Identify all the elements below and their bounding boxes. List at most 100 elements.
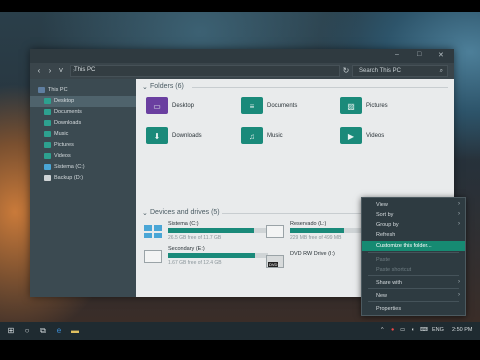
sidebar-item[interactable]: This PC <box>30 85 136 96</box>
folder-glyph: ▨ <box>347 102 355 111</box>
computer-icon <box>38 87 45 93</box>
sidebar-item-label: Downloads <box>54 120 82 126</box>
start-button[interactable]: ⊞ <box>6 326 16 336</box>
folder-glyph: ⬇ <box>153 132 161 141</box>
context-menu-item[interactable]: Share with › <box>362 278 465 288</box>
close-icon[interactable]: ✕ <box>438 51 444 59</box>
drives-header[interactable]: Devices and drives (5) <box>150 209 220 216</box>
context-menu-item[interactable]: View › <box>362 200 465 210</box>
context-menu-item[interactable]: Customize this folder... <box>362 241 465 251</box>
sidebar-item-label: Sistema (C:) <box>54 164 85 170</box>
search-input[interactable]: Search This PC ⌕ <box>352 65 448 77</box>
sidebar-item[interactable]: Downloads <box>30 118 136 129</box>
sidebar-item[interactable]: Music <box>30 129 136 140</box>
folders-header[interactable]: Folders (6) <box>150 83 184 90</box>
downloads-folder-icon <box>44 120 51 126</box>
address-path: This PC <box>74 67 96 73</box>
folder-label: Desktop <box>172 103 195 109</box>
title-bar[interactable]: – □ ✕ <box>30 49 454 63</box>
submenu-arrow-icon: › <box>458 201 460 207</box>
folder-item[interactable]: ♫ Music <box>241 127 331 147</box>
clock[interactable]: 2:50 PM <box>452 327 472 333</box>
address-field[interactable]: › <box>70 65 340 77</box>
folder-label: Music <box>267 133 283 139</box>
sidebar-item-label: Desktop <box>54 98 75 104</box>
sidebar-item[interactable]: Pictures <box>30 140 136 151</box>
folder-label: Videos <box>366 133 385 139</box>
drive-item[interactable]: Secondary (E:) 1.67 GB free of 12.4 GB <box>144 246 274 272</box>
sidebar-item-label: Videos <box>54 153 71 159</box>
sidebar-item[interactable]: Desktop <box>30 96 136 107</box>
drive-icon <box>44 175 51 181</box>
videos-folder-icon <box>44 153 51 159</box>
taskbar: ⊞ ○ ⧉ e ▬ ^ ● ▭ ◖ ⌨ ENG 2:50 PM <box>0 322 480 340</box>
sidebar-item[interactable]: Videos <box>30 151 136 162</box>
language-indicator[interactable]: ENG <box>432 327 444 333</box>
context-menu-item[interactable]: Paste <box>362 255 465 265</box>
volume-icon[interactable]: ◖ <box>411 327 414 333</box>
context-menu-label: Paste <box>376 257 391 263</box>
drive-icon <box>144 250 162 263</box>
search-icon[interactable]: ○ <box>22 326 32 336</box>
context-menu-item[interactable]: Sort by › <box>362 210 465 220</box>
folder-item[interactable]: ▭ Desktop <box>146 97 236 117</box>
context-menu-label: Refresh <box>376 232 396 238</box>
file-explorer-icon[interactable]: ▬ <box>70 326 80 336</box>
folder-item[interactable]: ▶ Videos <box>340 127 430 147</box>
back-icon[interactable]: ‹ <box>34 66 44 75</box>
folder-item[interactable]: ⬇ Downloads <box>146 127 236 147</box>
keyboard-icon[interactable]: ⌨ <box>420 327 428 333</box>
sidebar-item-label: Backup (D:) <box>54 175 84 181</box>
task-view-icon[interactable]: ⧉ <box>38 326 48 336</box>
folder-item[interactable]: ≡ Documents <box>241 97 331 117</box>
submenu-arrow-icon: › <box>458 279 460 285</box>
folder-label: Documents <box>267 103 298 109</box>
submenu-arrow-icon: › <box>458 221 460 227</box>
documents-folder-icon: ≡ <box>241 97 263 114</box>
context-menu-item[interactable]: Properties <box>362 304 465 314</box>
sidebar-item[interactable]: Sistema (C:) <box>30 162 136 173</box>
sidebar-item-label: Documents <box>54 109 82 115</box>
documents-folder-icon <box>44 109 51 115</box>
divider <box>192 87 448 88</box>
forward-icon[interactable]: › <box>45 66 55 75</box>
context-menu-item[interactable]: Group by › <box>362 220 465 230</box>
drive-name: Sistema (C:) <box>168 221 199 227</box>
drive-name: Reservado (L:) <box>290 221 327 227</box>
downloads-folder-icon: ⬇ <box>146 127 168 144</box>
dvd-drive-icon: DVD <box>266 255 284 268</box>
menu-separator <box>368 275 459 276</box>
sidebar-item-label: Music <box>54 131 69 137</box>
tray-up-icon[interactable]: ^ <box>381 327 384 333</box>
action-icon[interactable]: ● <box>391 327 394 333</box>
edge-icon[interactable]: e <box>54 326 64 336</box>
refresh-icon[interactable]: ↻ <box>341 66 351 75</box>
music-folder-icon <box>44 131 51 137</box>
windows-drive-icon <box>44 164 51 170</box>
section-toggle-icon[interactable]: ⌄ <box>142 209 148 217</box>
context-menu-item[interactable]: Refresh <box>362 230 465 240</box>
context-menu-item[interactable]: Paste shortcut <box>362 265 465 275</box>
context-menu-label: Share with <box>376 280 402 286</box>
up-icon[interactable]: ˅ <box>56 66 66 75</box>
submenu-arrow-icon: › <box>458 211 460 217</box>
folder-item[interactable]: ▨ Pictures <box>340 97 430 117</box>
sidebar-item-label: Pictures <box>54 142 74 148</box>
videos-folder-icon: ▶ <box>340 127 362 144</box>
drive-usage-fill <box>168 228 254 233</box>
network-icon[interactable]: ▭ <box>400 327 405 333</box>
folder-glyph: ▭ <box>153 102 161 111</box>
sidebar-item[interactable]: Documents <box>30 107 136 118</box>
sidebar-item[interactable]: Backup (D:) <box>30 173 136 184</box>
drive-item[interactable]: Sistema (C:) 26.5 GB free of 11.7 GB <box>144 221 274 247</box>
section-toggle-icon[interactable]: ⌄ <box>142 83 148 91</box>
desktop-folder-icon: ▭ <box>146 97 168 114</box>
context-menu-item[interactable]: New › <box>362 291 465 301</box>
navigation-pane: This PC Desktop Documents Downloads Music Pic… <box>30 79 136 297</box>
desktop-folder-icon <box>44 98 51 104</box>
maximize-icon[interactable]: □ <box>417 51 421 58</box>
drive-usage-fill <box>290 228 344 233</box>
minimize-icon[interactable]: – <box>395 51 399 58</box>
folder-label: Downloads <box>172 133 202 139</box>
folder-glyph: ♫ <box>249 132 255 141</box>
